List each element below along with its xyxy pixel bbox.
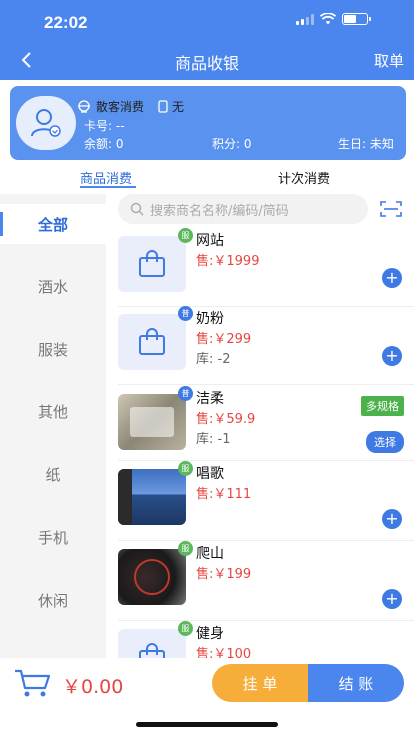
railing-image <box>118 469 132 525</box>
product-thumbnail <box>118 236 186 292</box>
product-name: 洁柔 <box>196 391 224 407</box>
category-all[interactable]: 全部 <box>0 204 106 244</box>
search-placeholder: 搜索商名名称/编码/简码 <box>150 203 289 219</box>
multi-spec-tag: 多规格 <box>361 396 404 416</box>
home-indicator[interactable] <box>136 722 278 727</box>
product-price: 售:￥199 <box>196 567 252 582</box>
product-stock: 库: -2 <box>196 352 231 367</box>
product-stock: 库: -1 <box>196 432 231 447</box>
service-badge: 服 <box>178 461 193 476</box>
card-status: 无 <box>172 100 185 114</box>
card-number: 卡号: -- <box>84 119 125 133</box>
add-to-cart-button[interactable]: + <box>382 509 402 529</box>
dashboard-gauge-image <box>134 559 170 595</box>
normal-badge: 普 <box>178 306 193 321</box>
category-clothing[interactable]: 服装 <box>0 329 106 369</box>
tissue-pack-image <box>130 407 174 437</box>
product-price: 售:￥299 <box>196 332 252 347</box>
retrieve-order-button[interactable]: 取单 <box>374 50 404 71</box>
cart-icon[interactable] <box>14 668 52 698</box>
product-item[interactable]: 服 网站 售:￥1999 + <box>106 228 414 308</box>
balance: 余额: 0 <box>84 137 124 151</box>
cart-total: ￥0.00 <box>62 676 124 698</box>
tab-count-consume[interactable]: 计次消费 <box>278 168 330 187</box>
product-thumbnail <box>118 629 186 658</box>
service-badge: 服 <box>178 228 193 243</box>
user-icon <box>31 109 61 137</box>
app-header: 22:02 商品收银 取单 <box>0 0 414 80</box>
hold-order-button[interactable]: 挂 单 <box>212 664 308 702</box>
checkout-bar: ￥0.00 挂 单 结 账 <box>0 658 414 710</box>
category-leisure[interactable]: 休闲 <box>0 580 106 620</box>
product-thumbnail <box>118 314 186 370</box>
add-to-cart-button[interactable]: + <box>382 346 402 366</box>
status-icons <box>296 13 371 25</box>
divider <box>118 384 414 385</box>
signal-icon <box>296 13 314 25</box>
tab-product-consume[interactable]: 商品消费 <box>80 168 132 187</box>
battery-icon <box>342 13 371 25</box>
product-item[interactable]: 服 健身 售:￥100 <box>106 621 414 658</box>
product-item[interactable]: 服 爬山 售:￥199 + <box>106 541 414 621</box>
product-item[interactable]: 普 洁柔 售:￥59.9 库: -1 多规格 选择 <box>106 386 414 466</box>
avatar <box>16 96 76 150</box>
product-name: 健身 <box>196 626 224 642</box>
category-drinks[interactable]: 酒水 <box>0 266 106 306</box>
category-paper[interactable]: 纸 <box>0 454 106 494</box>
product-item[interactable]: 普 奶粉 售:￥299 库: -2 + <box>106 306 414 386</box>
status-time: 22:02 <box>44 13 88 32</box>
product-name: 奶粉 <box>196 311 224 327</box>
product-photo <box>118 469 186 525</box>
checkout-button[interactable]: 结 账 <box>308 664 404 702</box>
search-input[interactable]: 搜索商名名称/编码/简码 <box>118 194 368 224</box>
points: 积分: 0 <box>212 137 252 151</box>
scan-icon[interactable] <box>380 200 402 218</box>
birthday: 生日: 未知 <box>338 137 394 151</box>
search-icon <box>130 202 144 216</box>
category-other[interactable]: 其他 <box>0 391 106 431</box>
category-sidebar: 全部 酒水 服装 其他 纸 手机 休闲 <box>0 194 106 660</box>
product-price: 售:￥1999 <box>196 254 260 269</box>
service-badge: 服 <box>178 621 193 636</box>
select-spec-button[interactable]: 选择 <box>366 431 404 453</box>
member-name-row: 散客消费 无 <box>76 98 184 115</box>
product-price: 售:￥100 <box>196 647 252 658</box>
guest-icon <box>78 99 90 113</box>
product-name: 网站 <box>196 233 224 249</box>
page-title: 商品收银 <box>174 54 239 73</box>
member-name: 散客消费 <box>96 100 145 114</box>
product-item[interactable]: 服 唱歌 售:￥111 + <box>106 461 414 541</box>
product-price: 售:￥111 <box>196 487 252 502</box>
normal-badge: 普 <box>178 386 193 401</box>
category-phone[interactable]: 手机 <box>0 517 106 557</box>
product-name: 唱歌 <box>196 466 224 482</box>
consume-tabs: 商品消费 计次消费 <box>0 164 414 194</box>
product-photo <box>118 394 186 450</box>
phone-icon <box>158 100 168 113</box>
bag-icon <box>139 643 165 658</box>
add-to-cart-button[interactable]: + <box>382 268 402 288</box>
product-photo <box>118 549 186 605</box>
bag-icon <box>139 328 165 355</box>
product-price: 售:￥59.9 <box>196 412 256 427</box>
service-badge: 服 <box>178 541 193 556</box>
bag-icon <box>139 250 165 277</box>
wifi-icon <box>320 13 336 25</box>
add-to-cart-button[interactable]: + <box>382 589 402 609</box>
product-name: 爬山 <box>196 546 224 562</box>
active-tab-indicator <box>80 186 136 188</box>
